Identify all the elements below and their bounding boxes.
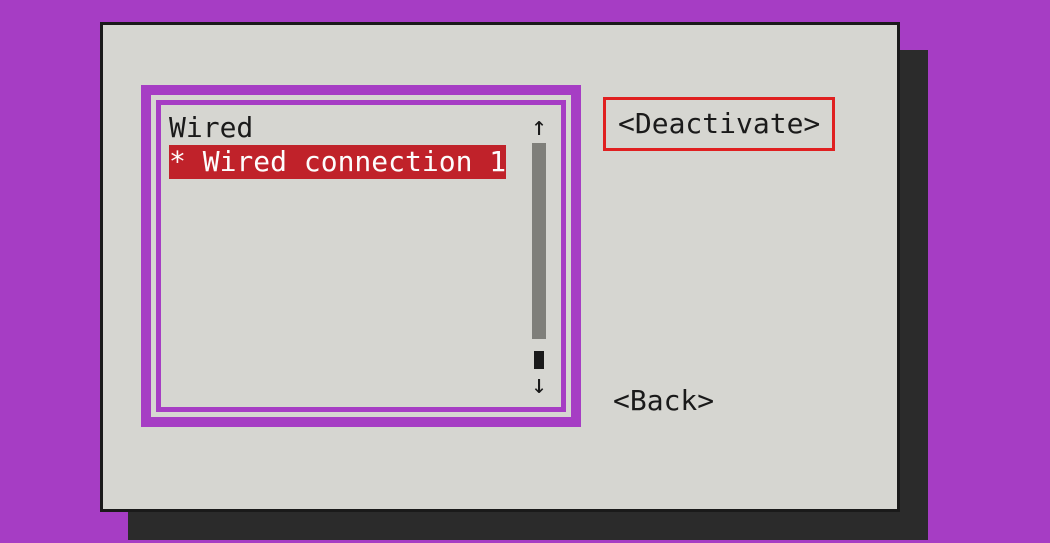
back-button[interactable]: <Back>	[601, 377, 726, 425]
connection-list-frame-mid: Wired * Wired connection 1 ↑	[151, 95, 571, 417]
connection-list[interactable]: Wired * Wired connection 1 ↑	[161, 105, 561, 407]
scroll-gap	[532, 339, 546, 351]
dialog-content: Wired * Wired connection 1 ↑	[103, 25, 897, 509]
deactivate-button[interactable]: <Deactivate>	[603, 97, 835, 151]
scroll-thumb[interactable]	[532, 143, 546, 339]
nmtui-dialog: Wired * Wired connection 1 ↑	[100, 22, 900, 512]
connection-list-frame-inner: Wired * Wired connection 1 ↑	[156, 100, 566, 412]
scroll-down-icon[interactable]: ↓	[531, 369, 547, 401]
connection-list-header: Wired	[169, 111, 517, 145]
connection-item-label: * Wired connection 1	[169, 145, 506, 179]
scroll-up-icon[interactable]: ↑	[531, 111, 547, 143]
scroll-track[interactable]	[532, 143, 546, 369]
connection-list-item[interactable]: * Wired connection 1	[169, 145, 517, 179]
scroll-end-marker	[534, 351, 544, 369]
connection-list-content: Wired * Wired connection 1	[169, 111, 517, 179]
connection-list-frame: Wired * Wired connection 1 ↑	[141, 85, 581, 427]
scrollbar[interactable]: ↑ ↓	[525, 111, 553, 401]
